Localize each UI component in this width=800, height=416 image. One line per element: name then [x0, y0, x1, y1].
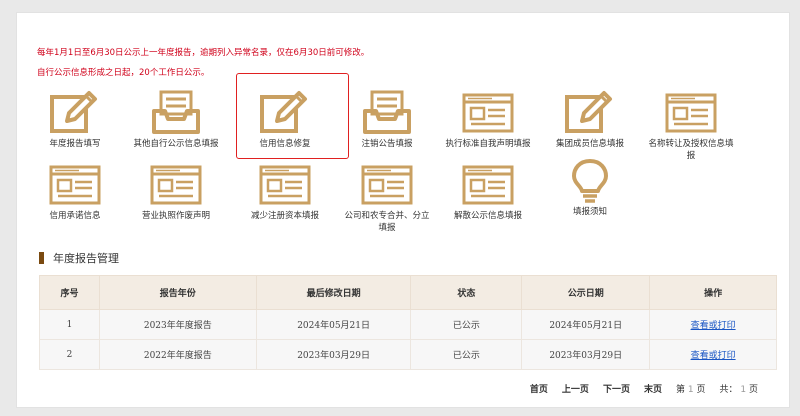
view-print-link[interactable]: 查看或打印	[691, 351, 736, 361]
tile-9[interactable]: 营业执照作废声明	[125, 161, 227, 222]
pagination: 首页 上一页 下一页 末页 第 1 页 共： 1 页	[530, 382, 758, 395]
col-header-action: 操作	[649, 275, 777, 310]
col-header-index: 序号	[39, 275, 100, 310]
browser-window-icon	[640, 89, 742, 135]
col-header-modified: 最后修改日期	[255, 275, 412, 310]
browser-window-icon	[24, 161, 126, 207]
tile-12[interactable]: 解散公示信息填报	[437, 161, 539, 222]
cell-publish-date: 2023年03月29日	[521, 339, 651, 370]
last-page-button[interactable]: 末页	[644, 382, 662, 395]
browser-window-icon	[437, 89, 539, 135]
tile-4[interactable]: 注销公告填报	[336, 89, 438, 150]
table-header-row: 序号 报告年份 最后修改日期 状态 公示日期 操作	[39, 275, 777, 310]
tile-label: 信用承诺信息	[49, 211, 101, 221]
tile-13[interactable]: 填报须知	[539, 157, 641, 218]
tile-7[interactable]: 名称转让及授权信息填报	[640, 89, 742, 162]
current-page-indicator: 第 1 页	[675, 385, 706, 395]
tile-11[interactable]: 公司和农专合并、分立填报	[336, 161, 438, 234]
notice-annual-report: 每年1月1日至6月30日公示上一年度报告，逾期列入异常名录，仅在6月30日前可修…	[37, 48, 370, 58]
cell-index: 2	[39, 339, 100, 370]
pencil-icon	[24, 89, 126, 135]
browser-window-icon	[125, 161, 227, 207]
first-page-button[interactable]: 首页	[530, 382, 548, 395]
notice-self-disclosure: 自行公示信息形成之日起，20个工作日公示。	[37, 68, 210, 78]
tile-label: 公司和农专合并、分立填报	[344, 211, 430, 233]
next-page-button[interactable]: 下一页	[603, 382, 630, 395]
cell-modified: 2023年03月29日	[255, 339, 412, 370]
inbox-tray-icon	[336, 89, 438, 135]
tile-label: 年度报告填写	[49, 139, 101, 149]
browser-window-icon	[234, 161, 336, 207]
tile-8[interactable]: 信用承诺信息	[24, 161, 126, 222]
cell-year: 2023年年度报告	[98, 309, 257, 340]
browser-window-icon	[437, 161, 539, 207]
tile-label: 解散公示信息填报	[453, 211, 522, 221]
section-marker	[39, 252, 44, 264]
tile-6[interactable]: 集团成员信息填报	[539, 89, 641, 150]
main-panel: 每年1月1日至6月30日公示上一年度报告，逾期列入异常名录，仅在6月30日前可修…	[16, 12, 790, 408]
tile-label: 减少注册资本填报	[250, 211, 319, 221]
cell-status: 已公示	[410, 339, 523, 370]
cell-action: 查看或打印	[649, 309, 777, 340]
tile-label: 填报须知	[572, 207, 607, 217]
tile-label: 其他自行公示信息填报	[133, 139, 219, 149]
total-pages-indicator: 共： 1 页	[719, 385, 758, 395]
browser-window-icon	[336, 161, 438, 207]
inbox-tray-icon	[125, 89, 227, 135]
tile-label: 执行标准自我声明填报	[445, 139, 531, 149]
lightbulb-icon	[539, 157, 641, 203]
cell-modified: 2024年05月21日	[255, 309, 412, 340]
col-header-year: 报告年份	[98, 275, 257, 310]
tile-1[interactable]: 年度报告填写	[24, 89, 126, 150]
tile-label: 集团成员信息填报	[555, 139, 624, 149]
table-row: 2 2022年年度报告 2023年03月29日 已公示 2023年03月29日 …	[39, 339, 777, 370]
table-row: 1 2023年年度报告 2024年05月21日 已公示 2024年05月21日 …	[39, 309, 777, 340]
tile-3[interactable]: 信用信息修复	[234, 89, 336, 150]
pencil-icon	[539, 89, 641, 135]
tile-label: 名称转让及授权信息填报	[648, 139, 734, 161]
cell-index: 1	[39, 309, 100, 340]
view-print-link[interactable]: 查看或打印	[691, 321, 736, 331]
section-title: 年度报告管理	[53, 252, 119, 265]
tile-5[interactable]: 执行标准自我声明填报	[437, 89, 539, 150]
col-header-publish-date: 公示日期	[521, 275, 651, 310]
col-header-status: 状态	[410, 275, 523, 310]
tile-label: 营业执照作废声明	[141, 211, 210, 221]
cell-status: 已公示	[410, 309, 523, 340]
tile-label: 信用信息修复	[259, 139, 311, 149]
annual-report-table: 序号 报告年份 最后修改日期 状态 公示日期 操作 1 2023年年度报告 20…	[39, 275, 777, 370]
prev-page-button[interactable]: 上一页	[562, 382, 589, 395]
tile-label: 注销公告填报	[361, 139, 413, 149]
tile-2[interactable]: 其他自行公示信息填报	[125, 89, 227, 150]
pencil-icon	[234, 89, 336, 135]
cell-year: 2022年年度报告	[98, 339, 257, 370]
cell-action: 查看或打印	[649, 339, 777, 370]
section-annual-report-management: 年度报告管理	[39, 250, 119, 266]
tile-10[interactable]: 减少注册资本填报	[234, 161, 336, 222]
cell-publish-date: 2024年05月21日	[521, 309, 651, 340]
